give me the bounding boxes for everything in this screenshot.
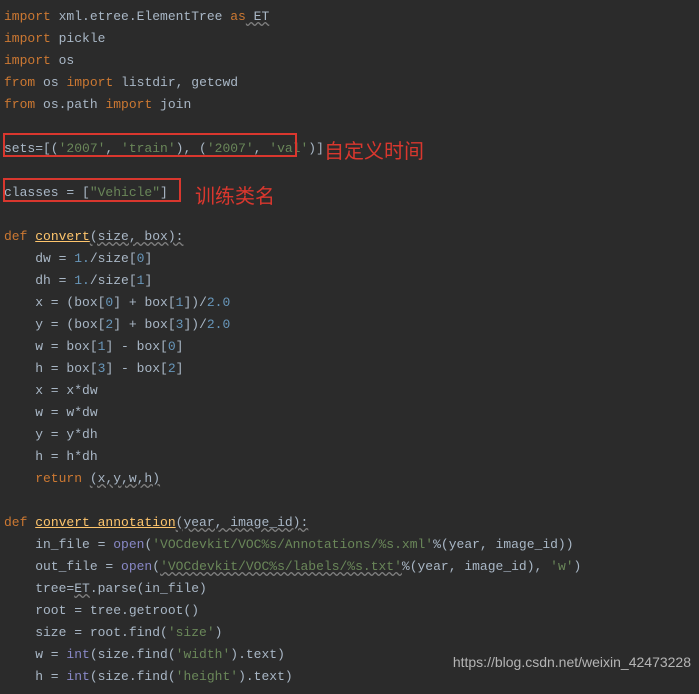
blank-line	[4, 160, 695, 182]
code-line: out_file = open('VOCdevkit/VOC%s/labels/…	[4, 556, 695, 578]
code-line-def: def convert_annotation(year, image_id):	[4, 512, 695, 534]
code-line: w = w*dw	[4, 402, 695, 424]
code-editor[interactable]: import xml.etree.ElementTree as ET impor…	[0, 0, 699, 694]
code-line-def: def convert(size, box):	[4, 226, 695, 248]
code-line-classes: classes = ["Vehicle"]	[4, 182, 695, 204]
code-line: import pickle	[4, 28, 695, 50]
code-line: h = box[3] - box[2]	[4, 358, 695, 380]
code-line: y = y*dh	[4, 424, 695, 446]
code-line: from os import listdir, getcwd	[4, 72, 695, 94]
code-line: import xml.etree.ElementTree as ET	[4, 6, 695, 28]
code-line: root = tree.getroot()	[4, 600, 695, 622]
blank-line	[4, 490, 695, 512]
code-line-return: return (x,y,w,h)	[4, 468, 695, 490]
code-line: x = (box[0] + box[1])/2.0	[4, 292, 695, 314]
watermark-text: https://blog.csdn.net/weixin_42473228	[453, 654, 691, 670]
code-line: tree=ET.parse(in_file)	[4, 578, 695, 600]
code-line: in_file = open('VOCdevkit/VOC%s/Annotati…	[4, 534, 695, 556]
code-line: h = h*dh	[4, 446, 695, 468]
blank-line	[4, 116, 695, 138]
code-line: import os	[4, 50, 695, 72]
blank-line	[4, 204, 695, 226]
code-line: w = box[1] - box[0]	[4, 336, 695, 358]
code-line: dh = 1./size[1]	[4, 270, 695, 292]
code-line: from os.path import join	[4, 94, 695, 116]
code-line-sets: sets=[('2007', 'train'), ('2007', 'val')…	[4, 138, 695, 160]
code-line: y = (box[2] + box[3])/2.0	[4, 314, 695, 336]
code-line: size = root.find('size')	[4, 622, 695, 644]
code-line: dw = 1./size[0]	[4, 248, 695, 270]
code-line: x = x*dw	[4, 380, 695, 402]
